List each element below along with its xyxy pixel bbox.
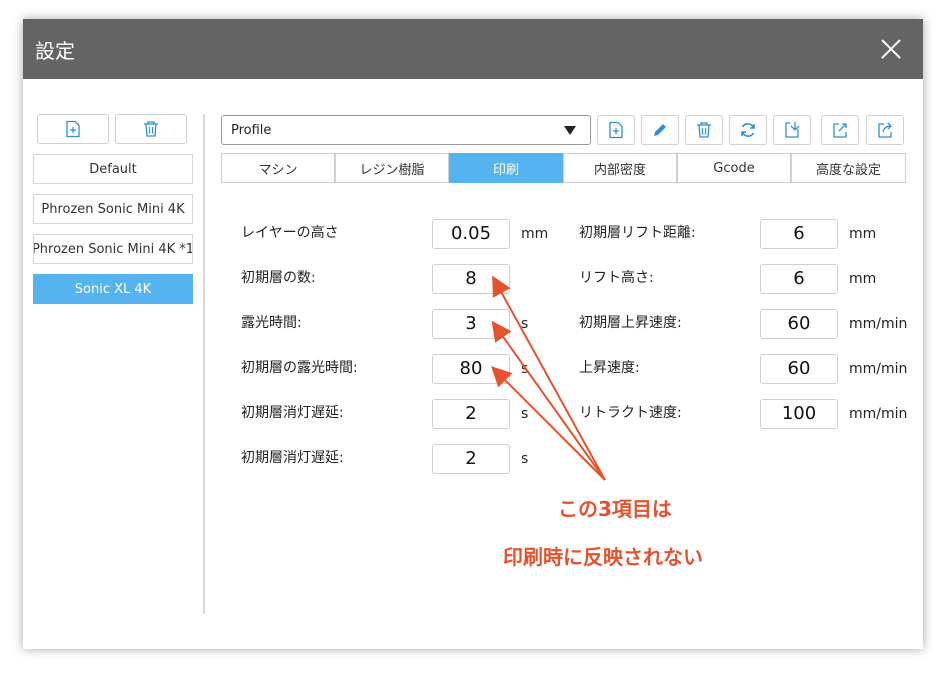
dialog-title: 設定 <box>35 39 75 63</box>
initial-light-off-delay-input[interactable]: 2 <box>432 399 510 429</box>
lift-speed-label: 上昇速度: <box>579 360 640 376</box>
layer-height-unit: mm <box>521 226 549 242</box>
initial-light-off-delay-unit: s <box>521 406 529 422</box>
sidebar-divider <box>203 114 205 614</box>
tab-print[interactable]: 印刷 <box>449 153 563 183</box>
profile-item-phrozen-mini-4k[interactable]: Phrozen Sonic Mini 4K <box>33 194 193 224</box>
profile-item-default[interactable]: Default <box>33 154 193 184</box>
new-button[interactable] <box>597 115 635 145</box>
new-profile-button[interactable] <box>37 114 109 144</box>
lift-height-label: リフト高さ: <box>579 270 654 286</box>
share-button[interactable] <box>866 115 904 145</box>
layer-height-label: レイヤーの高さ <box>241 225 339 241</box>
tab-gcode[interactable]: Gcode <box>677 153 791 183</box>
layer-height-input[interactable]: 0.05 <box>432 219 510 249</box>
tab-infill[interactable]: 内部密度 <box>563 153 677 183</box>
delete-profile-button[interactable] <box>115 114 187 144</box>
close-icon[interactable] <box>877 35 905 63</box>
edit-button[interactable] <box>641 115 679 145</box>
initial-lift-distance-label: 初期層リフト距離: <box>579 225 696 241</box>
initial-layer-count-input[interactable]: 8 <box>432 264 510 294</box>
import-button[interactable] <box>773 115 811 145</box>
tab-machine[interactable]: マシン <box>221 153 335 183</box>
tab-resin[interactable]: レジン樹脂 <box>335 153 449 183</box>
new-file-icon <box>609 121 623 139</box>
initial-layer-count-label: 初期層の数: <box>241 270 316 286</box>
profile-item-phrozen-mini-4k-copy[interactable]: Phrozen Sonic Mini 4K *1 <box>33 234 193 264</box>
initial-lift-speed-input[interactable]: 60 <box>760 309 838 339</box>
initial-lift-speed-label: 初期層上昇速度: <box>579 315 682 331</box>
profile-select[interactable]: Profile <box>221 115 591 145</box>
delete-button[interactable] <box>685 115 723 145</box>
initial-lift-distance-input[interactable]: 6 <box>760 219 838 249</box>
new-file-icon <box>66 120 80 138</box>
refresh-icon <box>741 123 755 137</box>
retract-speed-label: リトラクト速度: <box>579 405 682 421</box>
lift-speed-unit: mm/min <box>849 361 908 377</box>
initial-exposure-time-unit: s <box>521 361 529 377</box>
lift-height-input[interactable]: 6 <box>760 264 838 294</box>
pencil-icon <box>654 124 666 136</box>
initial-lift-distance-unit: mm <box>849 226 877 242</box>
light-off-delay-unit: s <box>521 451 529 467</box>
initial-lift-speed-unit: mm/min <box>849 316 908 332</box>
settings-tabs: マシン レジン樹脂 印刷 内部密度 Gcode 高度な設定 <box>221 153 906 183</box>
profile-select-value: Profile <box>231 123 272 138</box>
tab-advanced[interactable]: 高度な設定 <box>791 153 906 183</box>
chevron-down-icon <box>564 126 576 135</box>
exposure-time-unit: s <box>521 316 529 332</box>
initial-exposure-time-input[interactable]: 80 <box>432 354 510 384</box>
light-off-delay-label: 初期層消灯遅延: <box>241 450 344 466</box>
lift-speed-input[interactable]: 60 <box>760 354 838 384</box>
lift-height-unit: mm <box>849 271 877 287</box>
annotation-line-1: この3項目は <box>558 497 672 521</box>
refresh-button[interactable] <box>729 115 767 145</box>
initial-exposure-time-label: 初期層の露光時間: <box>241 360 358 376</box>
retract-speed-unit: mm/min <box>849 406 908 422</box>
import-icon <box>785 122 800 138</box>
trash-icon <box>697 122 711 138</box>
annotation-line-2: 印刷時に反映されない <box>503 545 703 569</box>
exposure-time-label: 露光時間: <box>241 315 302 331</box>
export-button[interactable] <box>821 115 859 145</box>
title-bar: 設定 <box>23 19 923 79</box>
light-off-delay-input[interactable]: 2 <box>432 444 510 474</box>
initial-light-off-delay-label: 初期層消灯遅延: <box>241 405 344 421</box>
settings-dialog: 設定 Default Phrozen Sonic Mini 4K Phrozen… <box>23 19 923 649</box>
trash-icon <box>144 121 158 137</box>
profile-item-sonic-xl-4k[interactable]: Sonic XL 4K <box>33 274 193 304</box>
retract-speed-input[interactable]: 100 <box>760 399 838 429</box>
export-icon <box>833 123 847 138</box>
exposure-time-input[interactable]: 3 <box>432 309 510 339</box>
share-icon <box>878 122 892 138</box>
